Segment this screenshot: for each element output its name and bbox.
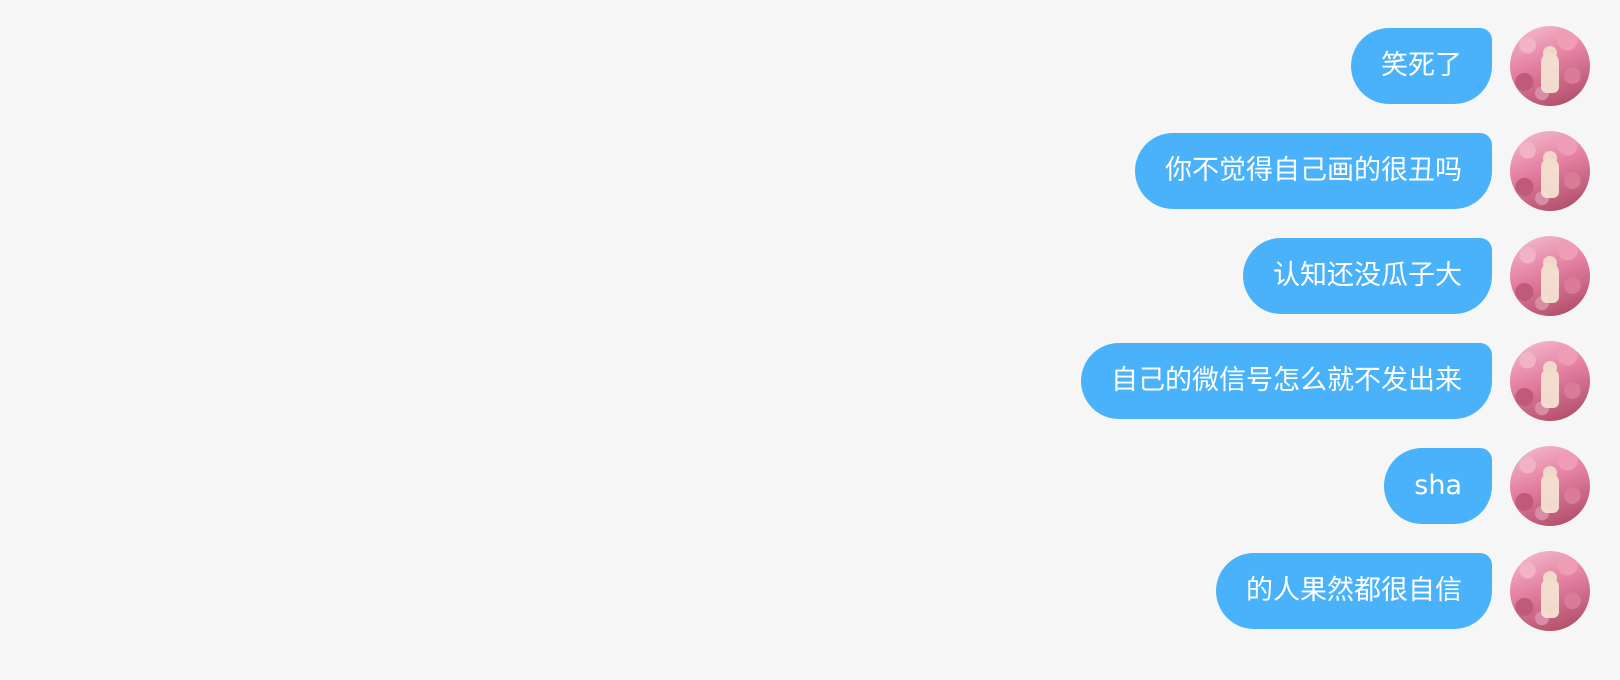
message-bubble[interactable]: 的人果然都很自信 bbox=[1216, 553, 1492, 629]
message-row: 认知还没瓜子大 bbox=[1243, 236, 1590, 316]
message-row: 的人果然都很自信 bbox=[1216, 551, 1590, 631]
message-bubble[interactable]: 自己的微信号怎么就不发出来 bbox=[1081, 343, 1492, 419]
avatar[interactable] bbox=[1510, 26, 1590, 106]
message-bubble[interactable]: 你不觉得自己画的很丑吗 bbox=[1135, 133, 1492, 209]
avatar[interactable] bbox=[1510, 236, 1590, 316]
message-row: 笑死了 bbox=[1351, 26, 1590, 106]
avatar[interactable] bbox=[1510, 341, 1590, 421]
message-row: 你不觉得自己画的很丑吗 bbox=[1135, 131, 1590, 211]
message-row: sha bbox=[1384, 446, 1590, 526]
message-bubble[interactable]: 笑死了 bbox=[1351, 28, 1492, 104]
avatar[interactable] bbox=[1510, 131, 1590, 211]
message-bubble[interactable]: sha bbox=[1384, 448, 1492, 524]
message-bubble[interactable]: 认知还没瓜子大 bbox=[1243, 238, 1492, 314]
avatar[interactable] bbox=[1510, 551, 1590, 631]
chat-thread: 笑死了 你不觉得自己画的很丑吗 认知还没瓜子大 自己的微信号怎么就不发出来 sh… bbox=[0, 0, 1620, 680]
avatar[interactable] bbox=[1510, 446, 1590, 526]
message-row: 自己的微信号怎么就不发出来 bbox=[1081, 341, 1590, 421]
